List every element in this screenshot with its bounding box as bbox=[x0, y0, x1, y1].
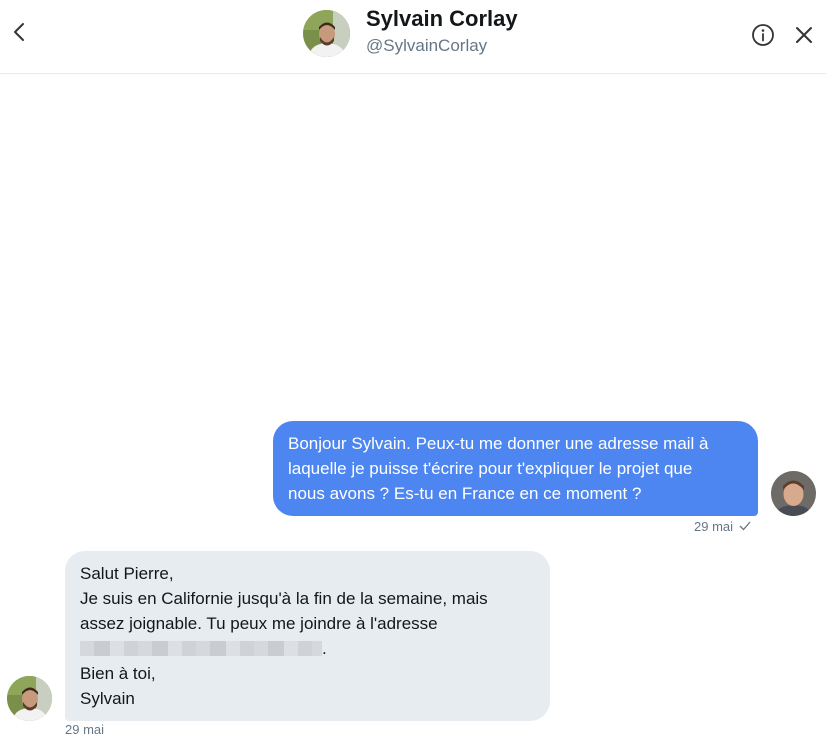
message-line: Bien à toi, bbox=[80, 664, 156, 683]
message-line: Sylvain bbox=[80, 689, 135, 708]
contact-handle: @SylvainCorlay bbox=[366, 36, 488, 55]
message-line: nous avons ? Es-tu en France en ce momen… bbox=[288, 484, 642, 503]
message-punctuation: . bbox=[322, 639, 327, 658]
contact-avatar[interactable] bbox=[303, 10, 350, 57]
close-button[interactable] bbox=[792, 23, 816, 47]
received-message-date: 29 mai bbox=[65, 722, 105, 737]
info-icon bbox=[752, 24, 774, 46]
contact-avatar-small[interactable] bbox=[7, 676, 52, 721]
message-line: Je suis en Californie jusqu'à la fin de … bbox=[80, 589, 488, 608]
message-line: laquelle je puisse t'écrire pour t'expli… bbox=[288, 459, 693, 478]
message-line-redacted: . bbox=[80, 636, 535, 661]
message-date: 29 mai bbox=[694, 519, 734, 534]
sent-message-bubble[interactable]: Bonjour Sylvain. Peux-tu me donner une a… bbox=[273, 421, 758, 516]
check-icon bbox=[739, 519, 751, 534]
message-line: Bonjour Sylvain. Peux-tu me donner une a… bbox=[288, 434, 709, 453]
chevron-left-icon bbox=[14, 23, 24, 41]
info-button[interactable] bbox=[750, 22, 776, 48]
contact-name: Sylvain Corlay bbox=[366, 6, 518, 31]
back-button[interactable] bbox=[8, 19, 30, 45]
redacted-email bbox=[80, 641, 322, 656]
conversation-header: Sylvain Corlay @SylvainCorlay bbox=[0, 0, 826, 74]
user-avatar[interactable] bbox=[771, 471, 816, 516]
received-message-bubble[interactable]: Salut Pierre, Je suis en Californie jusq… bbox=[65, 551, 550, 721]
message-line: Salut Pierre, bbox=[80, 564, 174, 583]
close-icon bbox=[796, 27, 812, 43]
message-line: assez joignable. Tu peux me joindre à l'… bbox=[80, 614, 438, 633]
sent-message-meta: 29 mai bbox=[694, 519, 751, 534]
